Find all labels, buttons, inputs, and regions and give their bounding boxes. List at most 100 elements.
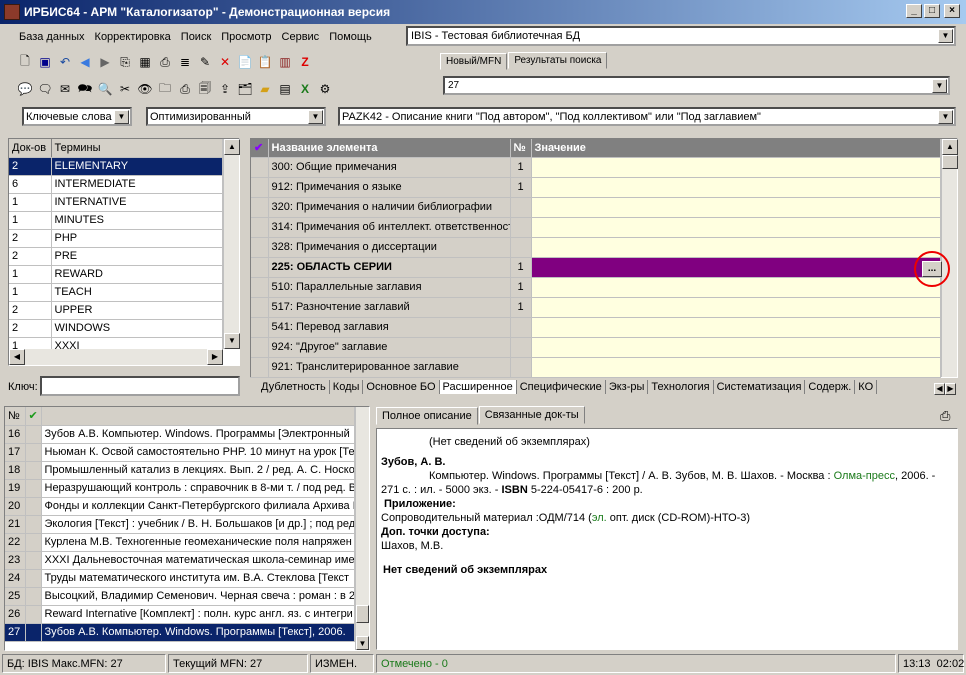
record-mark[interactable] (25, 569, 42, 588)
tab-scroll[interactable]: ◀ ▶ (934, 382, 956, 395)
table-row[interactable]: 27 Зубов А.В. Компьютер. Windows. Програм… (5, 623, 355, 642)
record-mark[interactable] (25, 623, 42, 642)
menu-edit[interactable]: Корректировка (90, 31, 176, 43)
row-marker[interactable] (251, 357, 269, 378)
table-row[interactable]: 921: Транслитерированное заглавие (251, 357, 941, 378)
copy-icon[interactable]: ⎘ (116, 53, 134, 71)
table-row[interactable]: 1 MINUTES (9, 211, 223, 230)
search-mode-select[interactable]: Ключевые слова ▼ (22, 107, 132, 126)
chevron-down-icon[interactable]: ▼ (938, 110, 953, 124)
chart-icon[interactable]: ▤ (276, 80, 294, 98)
table-row[interactable]: 26 Reward Internative [Комплект] : полн. … (5, 605, 355, 624)
table-row[interactable]: 225: ОБЛАСТЬ СЕРИИ 1 (251, 257, 941, 278)
books-icon[interactable]: ▥ (276, 53, 294, 71)
scroll-up-icon[interactable]: ▲ (942, 139, 958, 155)
table-row[interactable]: 320: Примечания о наличии библиографии (251, 197, 941, 218)
search-doc-icon[interactable]: 🔍 (96, 80, 114, 98)
terms-scrollbar[interactable]: ▲ ▼ (223, 139, 240, 349)
tab-full-description[interactable]: Полное описание (376, 407, 478, 425)
records-scrollbar[interactable]: ▼ (355, 407, 369, 650)
table-row[interactable]: 20 Фонды и коллекции Санкт-Петербургского… (5, 497, 355, 516)
table-row[interactable]: 16 Зубов А.В. Компьютер. Windows. Програм… (5, 425, 355, 444)
undo-icon[interactable]: ↶ (56, 53, 74, 71)
record-mark[interactable] (25, 533, 42, 552)
field-value[interactable] (531, 297, 941, 318)
print-icon[interactable]: ⎙ (156, 53, 174, 71)
field-tab[interactable]: Технология (648, 380, 714, 394)
table-row[interactable]: 912: Примечания о языке 1 (251, 177, 941, 198)
table-row[interactable]: 19 Неразрушающий контроль : справочник в … (5, 479, 355, 498)
row-marker[interactable] (251, 317, 269, 338)
row-marker[interactable] (251, 157, 269, 178)
check-icon[interactable]: ✔ (25, 407, 42, 426)
comment-icon[interactable]: 💬 (16, 80, 34, 98)
settings-icon[interactable]: ⚙ (316, 80, 334, 98)
field-tab[interactable]: КО (855, 380, 878, 394)
field-tab[interactable]: Специфические (517, 380, 606, 394)
table-row[interactable]: 1 REWARD (9, 265, 223, 284)
field-value[interactable] (531, 197, 941, 218)
pages-icon[interactable]: 🗐 (196, 80, 214, 98)
table-row[interactable]: 17 Ньюман К. Освой самостоятельно PHP. 10… (5, 443, 355, 462)
maximize-button[interactable]: □ (924, 4, 940, 18)
mfn-select[interactable]: 27 ▼ (443, 76, 950, 95)
table-row[interactable]: 25 Высоцкий, Владимир Семенович. Черная с… (5, 587, 355, 606)
table-row[interactable]: 1 TEACH (9, 283, 223, 302)
row-marker[interactable] (251, 297, 269, 318)
table-row[interactable]: 510: Параллельные заглавия 1 (251, 277, 941, 298)
tab-scroll-right-icon[interactable]: ▶ (945, 383, 956, 395)
table-row[interactable]: 517: Разночтение заглавий 1 (251, 297, 941, 318)
menu-service[interactable]: Сервис (277, 31, 325, 43)
record-mark[interactable] (25, 461, 42, 480)
print-icon[interactable]: ⎙ (940, 408, 956, 424)
close-button[interactable]: × (944, 4, 960, 18)
export-icon[interactable]: 📋 (256, 53, 274, 71)
database-select[interactable]: IBIS - Тестовая библиотечная БД ▼ (406, 26, 956, 46)
folder-open-icon[interactable]: ▰ (256, 80, 274, 98)
table-row[interactable]: 2 PHP (9, 229, 223, 248)
table-row[interactable]: 1 INTERNATIVE (9, 193, 223, 212)
field-value[interactable] (531, 217, 941, 238)
scroll-down-icon[interactable]: ▼ (356, 636, 369, 650)
terms-hscrollbar[interactable]: ◀ ▶ (9, 349, 223, 365)
search-option-select[interactable]: Оптимизированный ▼ (146, 107, 326, 126)
row-marker[interactable] (251, 277, 269, 298)
table-row[interactable]: 2 WINDOWS (9, 319, 223, 338)
scroll-thumb[interactable] (942, 155, 958, 169)
menu-search[interactable]: Поиск (176, 31, 216, 43)
field-value[interactable] (531, 317, 941, 338)
menu-database[interactable]: База данных (14, 31, 90, 43)
field-tab[interactable]: Дублетность (258, 380, 330, 394)
check-icon[interactable]: ✔ (251, 139, 269, 158)
menu-view[interactable]: Просмотр (216, 31, 276, 43)
field-tab[interactable]: Коды (330, 380, 364, 394)
forward-icon[interactable]: ▶ (96, 53, 114, 71)
field-value[interactable] (531, 357, 941, 378)
scroll-right-icon[interactable]: ▶ (207, 349, 223, 365)
publisher-link[interactable]: Олма-пресс (834, 470, 895, 482)
table-row[interactable]: 2 UPPER (9, 301, 223, 320)
table-row[interactable]: 22 Курлена М.В. Техногенные геомеханическ… (5, 533, 355, 552)
menu-help[interactable]: Помощь (324, 31, 377, 43)
scroll-left-icon[interactable]: ◀ (9, 349, 25, 365)
record-mark[interactable] (25, 605, 42, 624)
records-header-title[interactable] (41, 407, 355, 426)
table-row[interactable]: 6 INTERMEDIATE (9, 175, 223, 194)
table-row[interactable]: 924: "Другое" заглавие (251, 337, 941, 358)
table-row[interactable]: 328: Примечания о диссертации (251, 237, 941, 258)
table-row[interactable]: 24 Труды математического института им. В.… (5, 569, 355, 588)
row-marker[interactable] (251, 177, 269, 198)
table-row[interactable]: 18 Промышленный катализ в лекциях. Вып. 2… (5, 461, 355, 480)
import-icon[interactable]: ⇪ (216, 80, 234, 98)
grid-icon[interactable]: ▦ (136, 53, 154, 71)
chevron-down-icon[interactable]: ▼ (938, 29, 953, 43)
table-row[interactable]: 2 PRE (9, 247, 223, 266)
record-mark[interactable] (25, 497, 42, 516)
tools-icon[interactable]: ✂ (116, 80, 134, 98)
key-input[interactable] (40, 376, 240, 396)
row-marker[interactable] (251, 337, 269, 358)
tab-linked-docs[interactable]: Связанные док-ты (478, 406, 585, 424)
table-row[interactable]: 21 Экология [Текст] : учебник / В. Н. Бол… (5, 515, 355, 534)
terms-header-count[interactable]: Док-ов (9, 139, 52, 158)
field-value[interactable] (531, 157, 941, 178)
